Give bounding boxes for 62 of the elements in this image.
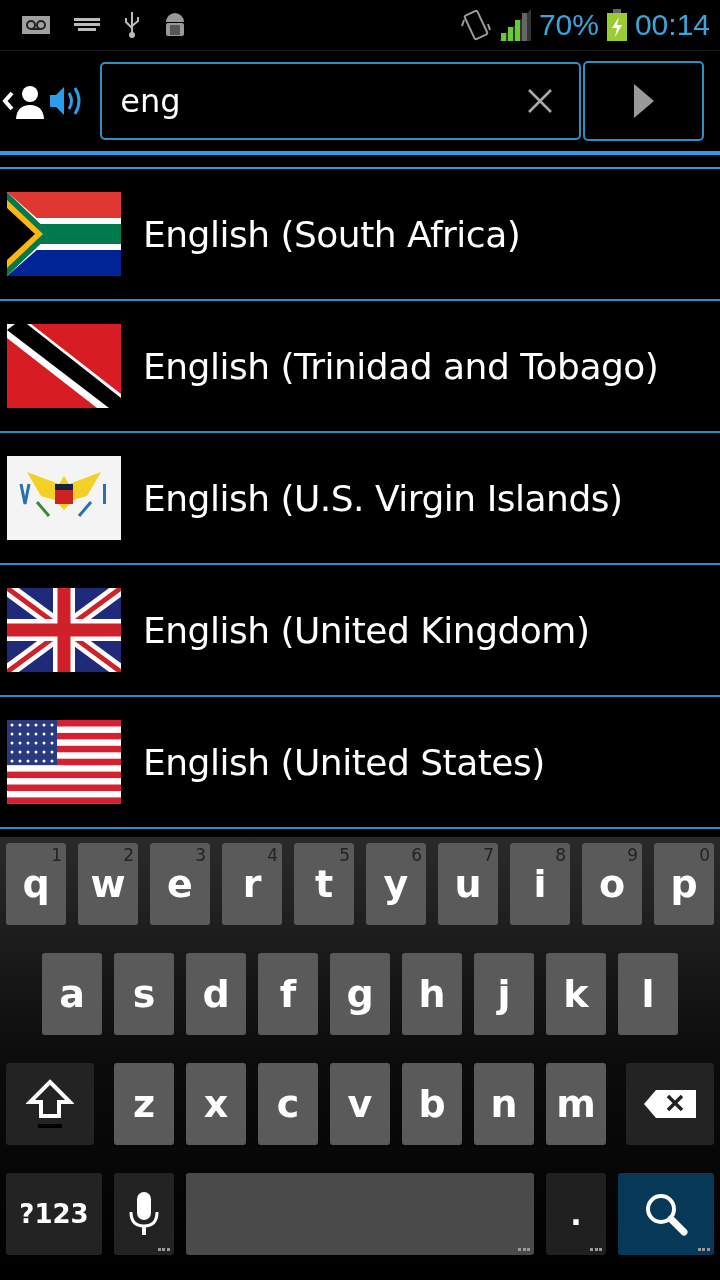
arrow-icon	[633, 84, 654, 118]
key[interactable]: k	[546, 953, 606, 1035]
backspace-icon	[644, 1090, 696, 1118]
search-icon	[644, 1192, 688, 1236]
language-item[interactable]: English (U.S. Virgin Islands)	[0, 433, 720, 565]
key[interactable]: x	[186, 1063, 246, 1145]
flag-icon	[7, 456, 121, 540]
vibrate-icon	[460, 8, 491, 42]
keyboard-icon	[74, 18, 100, 32]
key[interactable]: w 2	[78, 843, 138, 925]
key[interactable]: g	[330, 953, 390, 1035]
microphone-key[interactable]	[114, 1173, 174, 1255]
more-dots-icon	[590, 1248, 602, 1251]
flag-icon	[7, 324, 121, 408]
symbols-key[interactable]: ?123	[6, 1173, 102, 1255]
shift-key[interactable]	[6, 1063, 94, 1145]
search-field[interactable]: eng	[100, 62, 582, 140]
language-item[interactable]: English (Trinidad and Tobago)	[0, 301, 720, 433]
go-button[interactable]	[583, 61, 704, 141]
key[interactable]: s	[114, 953, 174, 1035]
key[interactable]: .	[546, 1173, 606, 1255]
key[interactable]: z	[114, 1063, 174, 1145]
key[interactable]: t 5	[294, 843, 354, 925]
key[interactable]: q 1	[6, 843, 66, 925]
key[interactable]: c	[258, 1063, 318, 1145]
key[interactable]: y 6	[366, 843, 426, 925]
key[interactable]: b	[402, 1063, 462, 1145]
key[interactable]: p 0	[654, 843, 714, 925]
more-dots-icon	[158, 1248, 170, 1251]
key[interactable]: h	[402, 953, 462, 1035]
battery-percent: 70%	[538, 8, 599, 42]
key[interactable]: l	[618, 953, 678, 1035]
key[interactable]: a	[42, 953, 102, 1035]
clear-icon[interactable]	[527, 88, 554, 114]
more-dots-icon	[698, 1248, 710, 1251]
key[interactable]: u 7	[438, 843, 498, 925]
key[interactable]: f	[258, 953, 318, 1035]
flag-icon	[7, 588, 121, 672]
voicemail-icon	[22, 16, 50, 34]
more-dots-icon	[518, 1248, 530, 1251]
key[interactable]: m	[546, 1063, 606, 1145]
key[interactable]: r 4	[222, 843, 282, 925]
signal-icon	[498, 9, 531, 41]
microphone-icon	[128, 1192, 160, 1236]
key[interactable]: j	[474, 953, 534, 1035]
shift-icon	[26, 1078, 74, 1130]
flag-icon	[7, 192, 121, 276]
key[interactable]: d	[186, 953, 246, 1035]
language-item[interactable]: English (South Africa)	[0, 169, 720, 301]
key[interactable]: v	[330, 1063, 390, 1145]
clock: 00:14	[634, 8, 710, 42]
key[interactable]: n	[474, 1063, 534, 1145]
language-item[interactable]: English (United States)	[0, 697, 720, 829]
key[interactable]: e 3	[150, 843, 210, 925]
key[interactable]: i 8	[510, 843, 570, 925]
usb-icon	[124, 12, 140, 38]
search-key[interactable]	[618, 1173, 714, 1255]
key[interactable]: o 9	[582, 843, 642, 925]
language-item[interactable]: English (United Kingdom)	[0, 565, 720, 697]
flag-icon	[7, 720, 121, 804]
backspace-key[interactable]	[626, 1063, 714, 1145]
battery-icon	[606, 9, 627, 41]
